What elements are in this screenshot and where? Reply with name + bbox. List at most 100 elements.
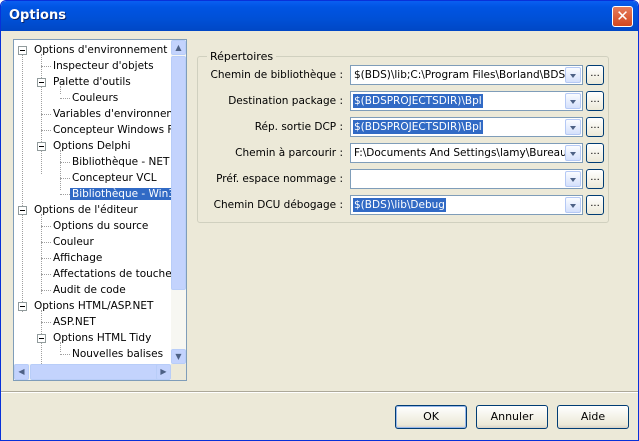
tree-item[interactable]: Options HTML Tidy	[51, 330, 153, 346]
debug-dcu-path-combo[interactable]: $(BDS)\lib\Debug	[350, 195, 583, 215]
combo-value: $(BDSPROJECTSDIR)\Bpl	[353, 120, 483, 134]
chevron-down-icon[interactable]	[565, 67, 581, 83]
package-destination-combo[interactable]: $(BDSPROJECTSDIR)\Bpl	[350, 91, 583, 111]
combo-value: $(BDSPROJECTSDIR)\Bpl	[353, 94, 483, 108]
tree-item-label: Options de l'éditeur	[34, 204, 138, 216]
arrow-down-icon[interactable]: ▼	[171, 349, 186, 364]
tree-item-label: Affectations de touches	[53, 268, 171, 280]
tree-connector	[41, 258, 51, 259]
tree-connector	[41, 322, 51, 323]
browse-path-label: Chemin à parcourir :	[235, 147, 343, 159]
tree-item-label: ASP.NET	[53, 316, 96, 328]
arrow-left-icon[interactable]: ◀	[14, 364, 29, 380]
tree-item[interactable]: Options d'environnement	[32, 42, 169, 58]
tree-item[interactable]: Options du source	[51, 218, 150, 234]
arrow-right-icon[interactable]: ▶	[156, 364, 171, 380]
tree-item[interactable]: Bibliothèque - NET	[70, 154, 171, 170]
chevron-down-icon[interactable]	[565, 197, 581, 213]
library-path-combo[interactable]: $(BDS)\lib;C:\Program Files\Borland\BDS\…	[350, 65, 583, 85]
tree-item-label: Variables d'environneme	[53, 108, 171, 120]
minus-box-icon[interactable]	[18, 46, 27, 55]
chevron-down-icon[interactable]	[565, 119, 581, 135]
tree-connector	[60, 354, 70, 355]
combo-value	[353, 172, 355, 186]
package-destination-label: Destination package :	[228, 95, 343, 107]
tree-item[interactable]: Bibliothèque - Win32	[70, 186, 171, 202]
tree-item[interactable]: Options HTML/ASP.NET	[32, 298, 155, 314]
namespace-prefix-label: Préf. espace nommage :	[216, 173, 343, 185]
combo-value: $(BDS)\lib;C:\Program Files\Borland\BDS\…	[354, 69, 566, 81]
debug-dcu-path-label: Chemin DCU débogage :	[213, 199, 343, 211]
minus-box-icon[interactable]	[37, 142, 46, 151]
tree-item[interactable]: Palette d'outils	[51, 74, 133, 90]
close-icon: ✕	[616, 7, 629, 25]
tree-connector	[41, 274, 51, 275]
tree-item[interactable]: Affichage	[51, 250, 104, 266]
tree-item[interactable]: Couleurs	[70, 90, 120, 106]
tree-vertical-scrollbar[interactable]: ▲ ▼	[171, 40, 186, 364]
tree-item[interactable]: Concepteur Windows Fo	[51, 122, 171, 138]
tree-item[interactable]: Inspecteur d'objets	[51, 58, 156, 74]
group-title: Répertoires	[207, 50, 277, 63]
tree-connector	[22, 54, 23, 312]
browse-button[interactable]: ...	[586, 65, 604, 85]
browse-path-combo[interactable]: F:\Documents And Settings\lamy\Bureau\in…	[350, 143, 583, 163]
minus-box-icon[interactable]	[37, 78, 46, 87]
tree-connector	[41, 66, 51, 67]
tree-item[interactable]: Affectations de touches	[51, 266, 171, 282]
tree-item-label: Nouvelles balises	[72, 348, 164, 360]
arrow-up-icon[interactable]: ▲	[171, 40, 186, 55]
tree-item-label: Bibliothèque - Win32	[70, 188, 171, 200]
close-button[interactable]: ✕	[612, 6, 633, 27]
dcp-output-combo[interactable]: $(BDSPROJECTSDIR)\Bpl	[350, 117, 583, 137]
tree-horizontal-scrollbar[interactable]: ◀ ▶	[14, 364, 171, 380]
help-button[interactable]: Aide	[557, 405, 629, 429]
tree-item-label: Concepteur VCL	[72, 172, 157, 184]
tree-connector	[41, 226, 51, 227]
browse-button[interactable]: ...	[586, 143, 604, 163]
minus-box-icon[interactable]	[18, 206, 27, 215]
tree-item-label: Couleurs	[72, 92, 119, 104]
tree-connector	[60, 178, 70, 179]
browse-button[interactable]: ...	[586, 169, 604, 189]
tree-item-label: Options Delphi	[53, 140, 131, 152]
tree-item-label: Bibliothèque - NET	[72, 156, 170, 168]
ok-button[interactable]: OK	[395, 405, 467, 429]
namespace-prefix-combo[interactable]	[350, 169, 583, 189]
tree-connector	[41, 130, 51, 131]
chevron-down-icon[interactable]	[565, 171, 581, 187]
tree-item-label: Palette d'outils	[53, 76, 131, 88]
options-tree[interactable]: Options d'environnement Inspecteur d'obje…	[13, 39, 187, 381]
tree-connector	[60, 162, 70, 163]
tree-item[interactable]: Variables d'environneme	[51, 106, 171, 122]
title-bar[interactable]: Options ✕	[1, 1, 638, 31]
tree-item[interactable]: Concepteur VCL	[70, 170, 159, 186]
tree-item-label: Options d'environnement	[34, 44, 168, 56]
chevron-down-icon[interactable]	[565, 93, 581, 109]
tree-item[interactable]: Options Delphi	[51, 138, 133, 154]
tree-connector	[41, 242, 51, 243]
tree-item[interactable]: Options de l'éditeur	[32, 202, 140, 218]
browse-button[interactable]: ...	[586, 117, 604, 137]
chevron-down-icon[interactable]	[565, 145, 581, 161]
minus-box-icon[interactable]	[18, 302, 27, 311]
tree-item-label: Audit de code	[53, 284, 126, 296]
tree-items: Options d'environnement Inspecteur d'obje…	[14, 40, 171, 364]
tree-item[interactable]: Nouvelles balises	[70, 346, 165, 362]
tree-item[interactable]: ASP.NET	[51, 314, 98, 330]
horizontal-scroll-thumb[interactable]	[30, 364, 165, 380]
tree-item-label: Concepteur Windows Fo	[53, 124, 171, 136]
tree-item-label: Affichage	[53, 252, 103, 264]
options-dialog: Options ✕ Options d'environnement Inspect…	[0, 0, 639, 441]
vertical-scroll-thumb[interactable]	[171, 56, 186, 290]
tree-item-label: Options HTML Tidy	[53, 332, 152, 344]
tree-item[interactable]: Couleur	[51, 234, 96, 250]
tree-item[interactable]: Audit de code	[51, 282, 128, 298]
combo-value: F:\Documents And Settings\lamy\Bureau\in…	[354, 147, 566, 159]
browse-button[interactable]: ...	[586, 91, 604, 111]
cancel-button[interactable]: Annuler	[476, 405, 548, 429]
library-path-label: Chemin de bibliothèque :	[210, 69, 343, 81]
minus-box-icon[interactable]	[37, 334, 46, 343]
combo-value: $(BDS)\lib\Debug	[353, 198, 446, 212]
browse-button[interactable]: ...	[586, 195, 604, 215]
